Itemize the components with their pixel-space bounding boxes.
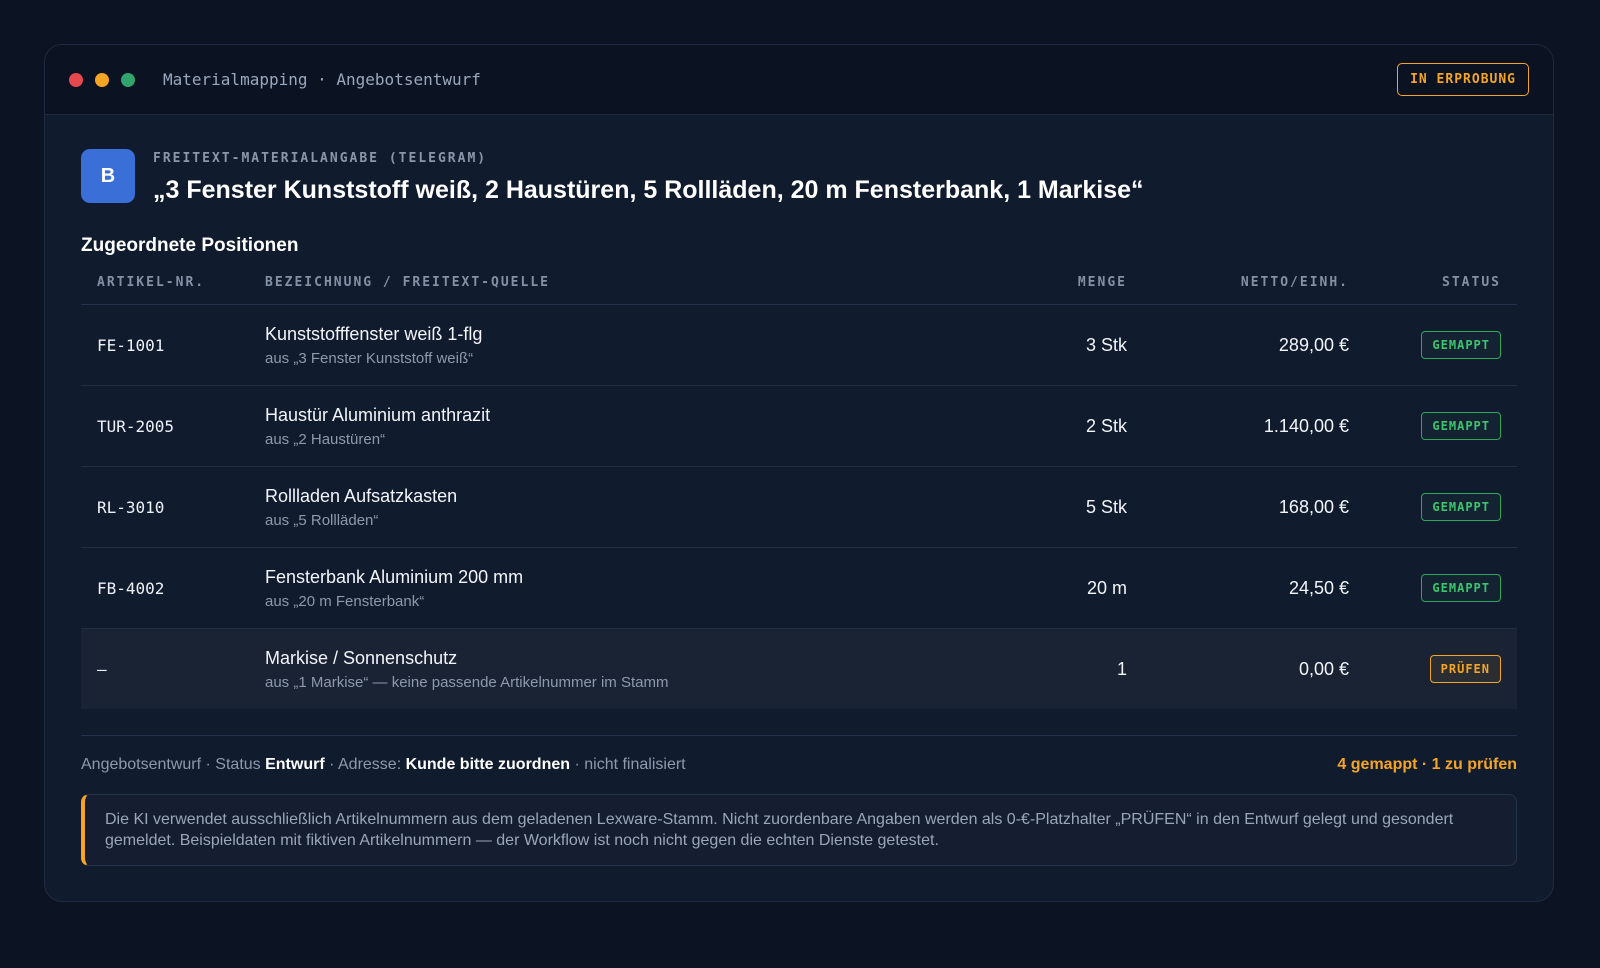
close-window-icon[interactable] <box>69 72 83 87</box>
net-price: 0,00 € <box>1143 628 1365 709</box>
article-number: TUR-2005 <box>81 385 249 467</box>
status-badge: GEMAPPT <box>1421 331 1501 359</box>
source-quote: „3 Fenster Kunststoff weiß, 2 Haustüren,… <box>153 176 1144 204</box>
net-price: 289,00 € <box>1143 304 1365 386</box>
table-row[interactable]: TUR-2005 Haustür Aluminium anthrazit aus… <box>81 385 1517 467</box>
article-number: RL-3010 <box>81 466 249 548</box>
article-name: Kunststofffenster weiß 1-flg <box>265 323 483 344</box>
column-header-quantity: MENGE <box>951 267 1143 305</box>
column-header-description: BEZEICHNUNG / FREITEXT-QUELLE <box>249 267 951 305</box>
quantity: 3 Stk <box>951 304 1143 386</box>
freetext-origin: aus „3 Fenster Kunststoff weiß“ <box>265 349 474 367</box>
description-cell: Fensterbank Aluminium 200 mm aus „20 m F… <box>249 547 951 629</box>
column-header-net-price: NETTO/EINH. <box>1143 267 1365 305</box>
freetext-origin: aus „2 Haustüren“ <box>265 430 386 448</box>
main-content: B FREITEXT-MATERIALANGABE (TELEGRAM) „3 … <box>45 115 1553 866</box>
article-name: Haustür Aluminium anthrazit <box>265 404 491 425</box>
freetext-origin: aus „5 Rollläden“ <box>265 511 379 529</box>
article-number: FE-1001 <box>81 304 249 386</box>
status-badge: GEMAPPT <box>1421 412 1501 440</box>
status-badge-check: PRÜFEN <box>1429 655 1501 683</box>
article-number: – <box>81 628 249 709</box>
status-cell: GEMAPPT <box>1365 385 1517 467</box>
freetext-origin: aus „1 Markise“ — keine passende Artikel… <box>265 673 669 691</box>
status-cell: GEMAPPT <box>1365 466 1517 548</box>
draft-status-line: Angebotsentwurf · Status Entwurf · Adres… <box>81 756 686 774</box>
source-label: FREITEXT-MATERIALANGABE (TELEGRAM) <box>153 151 488 166</box>
mapping-counts: 4 gemappt · 1 zu prüfen <box>1337 756 1517 773</box>
positions-table: ARTIKEL-NR. BEZEICHNUNG / FREITEXT-QUELL… <box>81 267 1517 709</box>
quantity: 1 <box>951 628 1143 709</box>
table-row-pending[interactable]: – Markise / Sonnenschutz aus „1 Markise“… <box>81 628 1517 709</box>
article-name: Fensterbank Aluminium 200 mm <box>265 566 524 587</box>
article-name: Rollladen Aufsatzkasten <box>265 485 458 506</box>
draft-label: Angebotsentwurf · Status <box>81 756 266 773</box>
app-window: Materialmapping · Angebotsentwurf IN ERP… <box>44 44 1554 902</box>
column-header-status: STATUS <box>1365 267 1517 305</box>
article-name: Markise / Sonnenschutz <box>265 647 458 668</box>
window-title: Materialmapping · Angebotsentwurf <box>163 70 481 89</box>
description-cell: Haustür Aluminium anthrazit aus „2 Haust… <box>249 385 951 467</box>
minimize-window-icon[interactable] <box>95 72 109 87</box>
net-price: 24,50 € <box>1143 547 1365 629</box>
table-row[interactable]: FE-1001 Kunststofffenster weiß 1-flg aus… <box>81 304 1517 386</box>
status-cell: GEMAPPT <box>1365 304 1517 386</box>
draft-status-value: Entwurf <box>265 756 325 773</box>
status-cell: PRÜFEN <box>1365 628 1517 709</box>
description-cell: Kunststofffenster weiß 1-flg aus „3 Fens… <box>249 304 951 386</box>
net-price: 1.140,00 € <box>1143 385 1365 467</box>
freetext-origin: aus „20 m Fensterbank“ <box>265 592 425 610</box>
description-cell: Rollladen Aufsatzkasten aus „5 Rollläden… <box>249 466 951 548</box>
section-title: Zugeordnete Positionen <box>81 235 299 256</box>
table-header-row: ARTIKEL-NR. BEZEICHNUNG / FREITEXT-QUELL… <box>81 267 1517 305</box>
status-cell: GEMAPPT <box>1365 547 1517 629</box>
table-row[interactable]: FB-4002 Fensterbank Aluminium 200 mm aus… <box>81 547 1517 629</box>
title-bar: Materialmapping · Angebotsentwurf IN ERP… <box>45 45 1553 115</box>
description-cell: Markise / Sonnenschutz aus „1 Markise“ —… <box>249 628 951 709</box>
status-badge: GEMAPPT <box>1421 493 1501 521</box>
net-price: 168,00 € <box>1143 466 1365 548</box>
source-text: FREITEXT-MATERIALANGABE (TELEGRAM) „3 Fe… <box>153 149 1144 205</box>
article-number: FB-4002 <box>81 547 249 629</box>
quantity: 20 m <box>951 547 1143 629</box>
address-label: · Adresse: <box>324 756 406 773</box>
avatar: B <box>81 149 135 203</box>
finalization-note: · nicht finalisiert <box>570 756 686 773</box>
maximize-window-icon[interactable] <box>121 72 135 87</box>
status-badge: GEMAPPT <box>1421 574 1501 602</box>
quantity: 5 Stk <box>951 466 1143 548</box>
quantity: 2 Stk <box>951 385 1143 467</box>
trial-badge: IN ERPROBUNG <box>1397 63 1529 96</box>
draft-summary: Angebotsentwurf · Status Entwurf · Adres… <box>81 735 1517 774</box>
table-row[interactable]: RL-3010 Rollladen Aufsatzkasten aus „5 R… <box>81 466 1517 548</box>
address-value: Kunde bitte zuordnen <box>405 756 571 773</box>
info-notice: Die KI verwendet ausschließlich Artikeln… <box>81 794 1517 866</box>
freetext-source: B FREITEXT-MATERIALANGABE (TELEGRAM) „3 … <box>81 149 1517 205</box>
column-header-artnr: ARTIKEL-NR. <box>81 267 249 305</box>
